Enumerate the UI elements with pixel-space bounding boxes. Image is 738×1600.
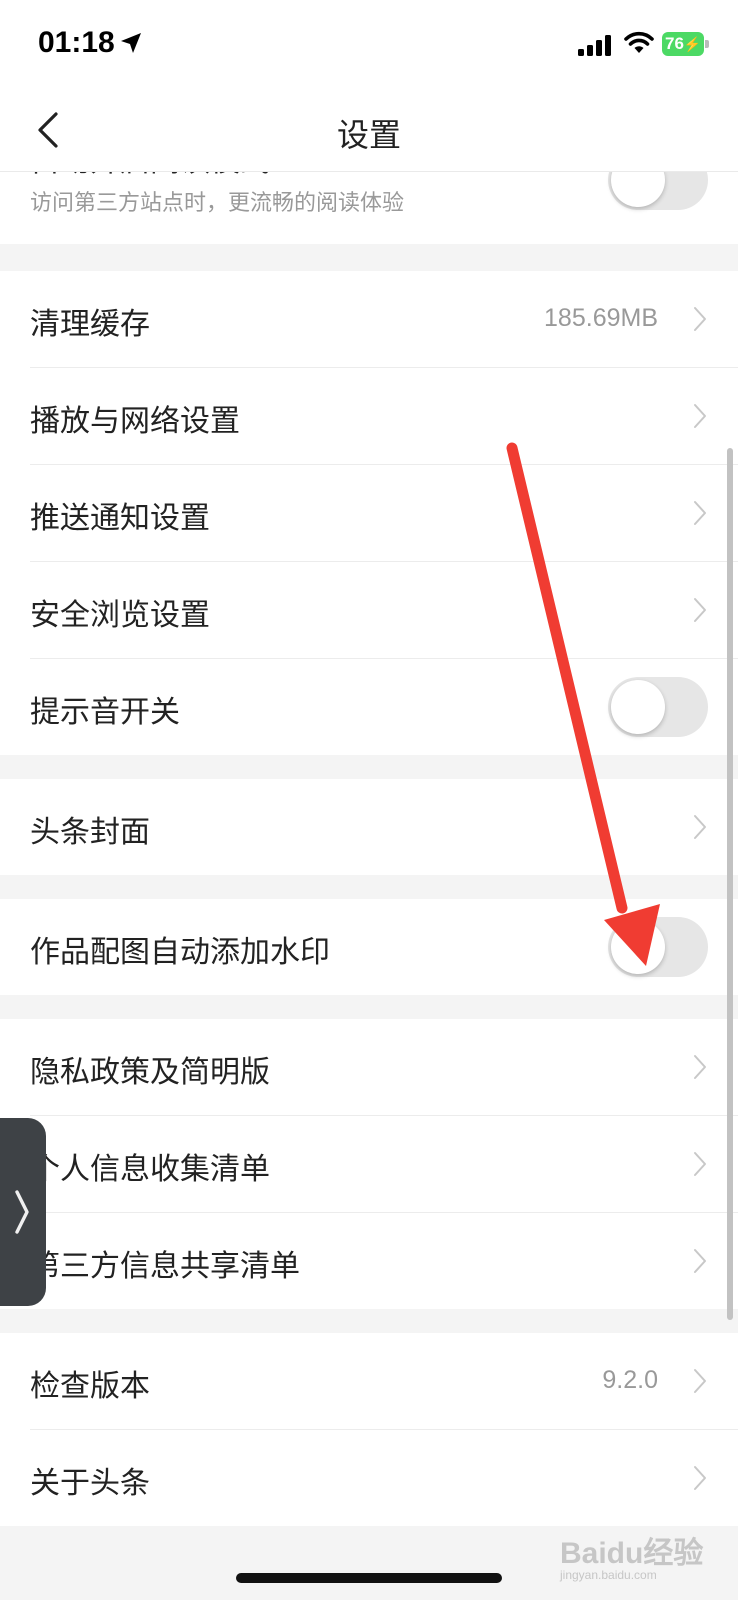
reading-mode-label: 自动开启阅读模式 — [30, 172, 270, 180]
charging-bolt-icon: ⚡ — [683, 36, 702, 52]
third-party-sharing-row[interactable]: 第三方信息共享清单 — [0, 1213, 738, 1309]
privacy-policy-label: 隐私政策及简明版 — [30, 1055, 270, 1090]
settings-list[interactable]: 自动开启阅读模式 访问第三方站点时，更流畅的阅读体验 清理缓存 185.69MB… — [0, 172, 738, 1600]
chevron-right-icon — [694, 501, 706, 525]
playback-network-row[interactable]: 播放与网络设置 — [0, 368, 738, 465]
toggle-knob — [611, 920, 665, 974]
reading-mode-subtitle: 访问第三方站点时，更流畅的阅读体验 — [30, 191, 405, 216]
home-indicator — [236, 1573, 502, 1583]
battery-tip — [705, 40, 709, 48]
status-time: 01:18 — [38, 26, 115, 59]
sound-switch-row: 提示音开关 — [0, 659, 738, 755]
chevron-right-icon — [694, 404, 706, 428]
scroll-indicator[interactable] — [727, 448, 733, 1320]
floating-side-handle[interactable] — [0, 1118, 46, 1306]
cellular-signal-icon — [578, 34, 614, 56]
privacy-policy-row[interactable]: 隐私政策及简明版 — [0, 1019, 738, 1116]
chevron-right-icon — [694, 1152, 706, 1176]
watermark-url: jingyan.baidu.com — [560, 1568, 657, 1582]
watermark-brand: Baidu经验 — [560, 1537, 704, 1570]
auto-watermark-label: 作品配图自动添加水印 — [30, 935, 330, 970]
personal-info-row[interactable]: 个人信息收集清单 — [0, 1116, 738, 1213]
personal-info-label: 个人信息收集清单 — [30, 1152, 270, 1187]
location-arrow-icon — [121, 33, 141, 53]
reading-mode-toggle[interactable] — [608, 172, 708, 210]
clear-cache-label: 清理缓存 — [30, 307, 150, 342]
clear-cache-row[interactable]: 清理缓存 185.69MB — [0, 271, 738, 368]
chevron-right-icon — [694, 1055, 706, 1079]
reading-mode-row: 自动开启阅读模式 访问第三方站点时，更流畅的阅读体验 — [0, 172, 738, 244]
version-value: 9.2.0 — [602, 1366, 658, 1394]
auto-watermark-row: 作品配图自动添加水印 — [0, 899, 738, 995]
status-bar: 01:18 76⚡ — [0, 0, 738, 90]
about-label: 关于头条 — [30, 1466, 150, 1501]
headline-cover-row[interactable]: 头条封面 — [0, 779, 738, 875]
toggle-knob — [611, 680, 665, 734]
about-row[interactable]: 关于头条 — [0, 1430, 738, 1526]
chevron-right-icon — [15, 1190, 29, 1234]
chevron-right-icon — [694, 1249, 706, 1273]
chevron-right-icon — [694, 307, 706, 331]
safe-browsing-row[interactable]: 安全浏览设置 — [0, 562, 738, 659]
page-title: 设置 — [336, 116, 401, 154]
toggle-knob — [611, 172, 665, 207]
check-version-row[interactable]: 检查版本 9.2.0 — [0, 1333, 738, 1430]
chevron-right-icon — [694, 815, 706, 839]
sound-switch-label: 提示音开关 — [30, 695, 180, 730]
baidu-jingyan-watermark: Baidu经验 jingyan.baidu.com — [560, 1528, 703, 1582]
cache-size-value: 185.69MB — [544, 304, 658, 332]
check-version-label: 检查版本 — [30, 1369, 150, 1404]
battery-indicator: 76⚡ — [662, 32, 704, 56]
navigation-bar: 设置 — [0, 90, 738, 172]
headline-cover-label: 头条封面 — [30, 815, 150, 850]
push-notification-label: 推送通知设置 — [30, 501, 210, 536]
chevron-right-icon — [694, 1369, 706, 1393]
third-party-sharing-label: 第三方信息共享清单 — [30, 1249, 300, 1284]
auto-watermark-toggle[interactable] — [608, 917, 708, 977]
chevron-right-icon — [694, 598, 706, 622]
playback-network-label: 播放与网络设置 — [30, 404, 240, 439]
push-notification-row[interactable]: 推送通知设置 — [0, 465, 738, 562]
sound-switch-toggle[interactable] — [608, 677, 708, 737]
wifi-icon — [624, 31, 654, 53]
chevron-right-icon — [694, 1466, 706, 1490]
safe-browsing-label: 安全浏览设置 — [30, 598, 210, 633]
battery-level: 76 — [665, 34, 684, 53]
